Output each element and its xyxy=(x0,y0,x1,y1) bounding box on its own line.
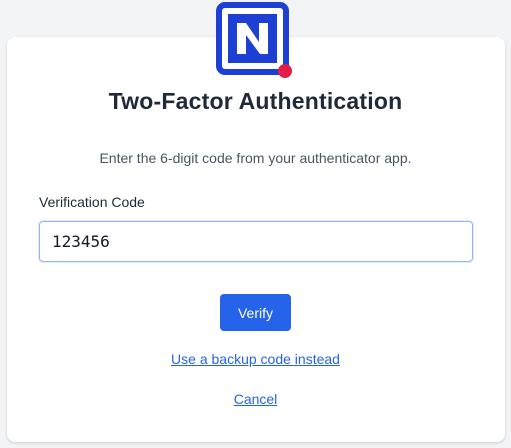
verification-code-label: Verification Code xyxy=(39,194,145,210)
backup-link-row: Use a backup code instead xyxy=(0,351,511,367)
n-logo-icon xyxy=(216,2,292,78)
cancel-link-row: Cancel xyxy=(0,391,511,407)
instruction-text: Enter the 6-digit code from your authent… xyxy=(99,150,412,166)
cancel-link[interactable]: Cancel xyxy=(234,391,278,407)
page-title: Two-Factor Authentication xyxy=(108,88,403,114)
verify-button[interactable]: Verify xyxy=(220,294,291,331)
verification-code-input[interactable] xyxy=(39,221,473,262)
backup-code-link[interactable]: Use a backup code instead xyxy=(171,351,340,367)
